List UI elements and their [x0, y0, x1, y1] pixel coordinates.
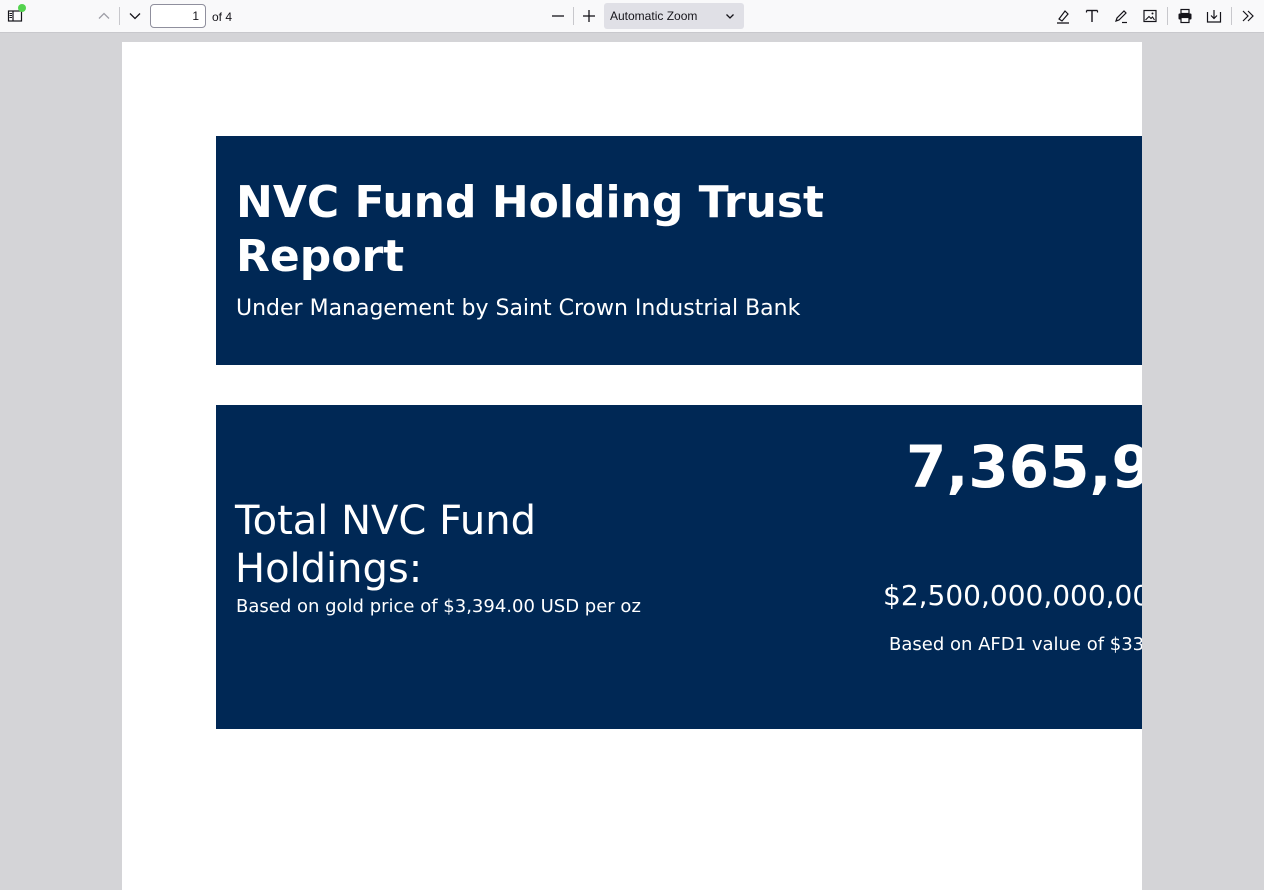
plus-icon — [583, 10, 595, 22]
zoom-out-button[interactable] — [546, 4, 570, 28]
pdf-toolbar: of 4 Automatic Zoom — [0, 0, 1264, 33]
notification-dot — [18, 4, 26, 12]
add-text-button[interactable] — [1080, 4, 1104, 28]
next-page-button[interactable] — [123, 4, 147, 28]
zoom-in-button[interactable] — [577, 4, 601, 28]
text-icon — [1085, 9, 1099, 22]
page-number-input[interactable] — [150, 4, 206, 28]
minus-icon — [552, 15, 564, 17]
total-holdings-figure: 7,365,93 — [906, 433, 1142, 501]
draw-button[interactable] — [1109, 4, 1133, 28]
toolbar-separator — [119, 7, 120, 25]
toolbar-separator — [1231, 7, 1232, 25]
holdings-label: Total NVC Fund Holdings: — [235, 498, 536, 592]
toolbar-separator — [573, 7, 574, 25]
afd-basis-note: Based on AFD1 value of $33 — [889, 634, 1142, 655]
report-title: NVC Fund Holding Trust Report — [236, 177, 825, 282]
gold-basis-note: Based on gold price of $3,394.00 USD per… — [236, 596, 641, 617]
tools-menu-button[interactable] — [1236, 4, 1260, 28]
highlight-button[interactable] — [1051, 4, 1075, 28]
double-chevron-right-icon — [1242, 10, 1254, 22]
download-icon — [1206, 10, 1222, 23]
chevron-down-icon — [726, 14, 734, 19]
chevron-down-icon — [129, 13, 141, 20]
save-button[interactable] — [1202, 4, 1226, 28]
chevron-up-icon — [98, 12, 110, 19]
usd-value: $2,500,000,000,00 — [883, 579, 1142, 612]
previous-page-button[interactable] — [92, 4, 116, 28]
page-count-label: of 4 — [212, 10, 233, 24]
image-icon — [1143, 9, 1157, 23]
pdf-page: NVC Fund Holding Trust Report Under Mana… — [122, 42, 1142, 890]
print-button[interactable] — [1173, 4, 1197, 28]
toolbar-separator — [1167, 7, 1168, 25]
zoom-select-value: Automatic Zoom — [610, 9, 698, 23]
holdings-panel: Total NVC Fund Holdings: Based on gold p… — [216, 405, 1142, 729]
add-image-button[interactable] — [1138, 4, 1162, 28]
title-banner: NVC Fund Holding Trust Report Under Mana… — [216, 136, 1142, 365]
printer-icon — [1178, 8, 1192, 24]
highlighter-icon — [1057, 10, 1069, 24]
zoom-select[interactable]: Automatic Zoom — [604, 3, 744, 29]
report-subtitle: Under Management by Saint Crown Industri… — [236, 296, 801, 321]
pencil-icon — [1115, 10, 1127, 24]
